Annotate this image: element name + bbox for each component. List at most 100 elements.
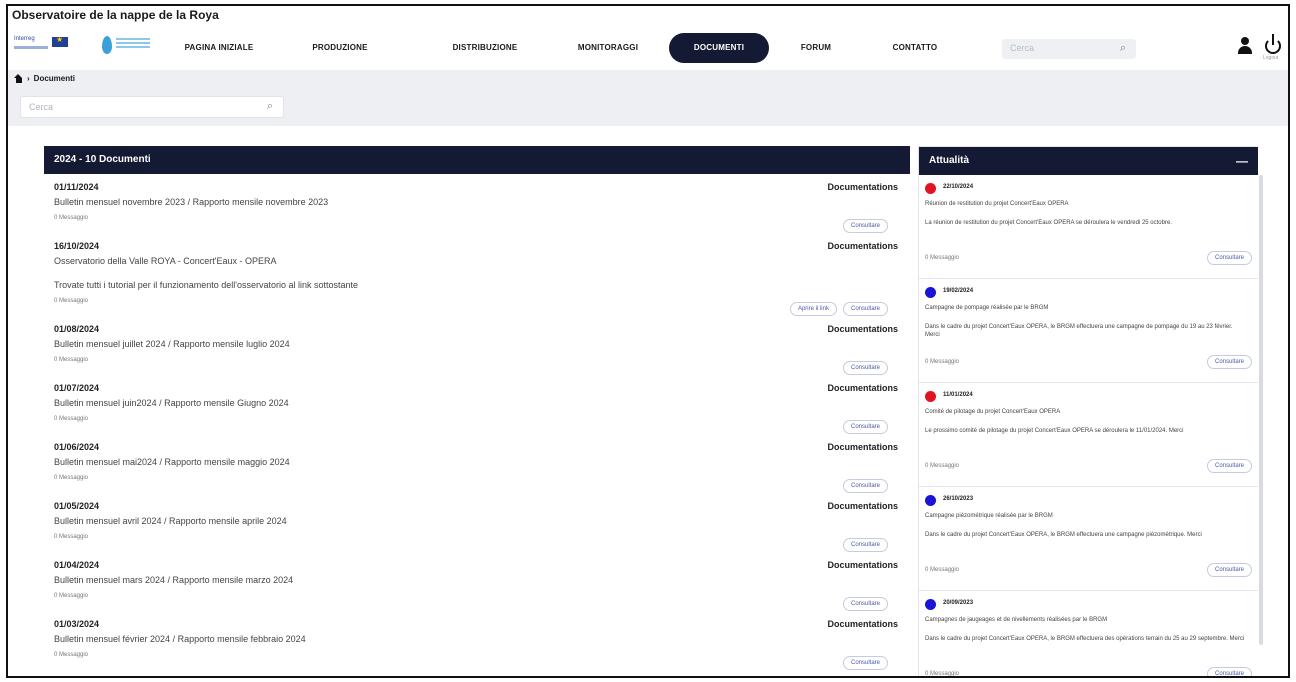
nav-distribuzione[interactable]: DISTRIBUZIONE [440,33,530,63]
nav-produzione[interactable]: PRODUZIONE [300,33,380,63]
consult-button[interactable]: Consultare [1206,459,1252,473]
search-icon[interactable]: ⌕ [267,100,273,113]
document-row: 01/06/2024 Documentations Bulletin mensuel… [44,434,910,493]
news-message-count: 0 Messaggio [925,255,960,261]
document-row: 01/05/2024 Documentations Bulletin mensuel… [44,493,910,552]
document-date: 01/11/2024 [54,182,99,192]
nav-monitoraggi[interactable]: MONITORAGGI [566,33,650,63]
top-header: Interreg PAGINA INIZIALE PRODUZIONE DIST… [8,24,1288,70]
document-row: 01/08/2024 Documentations Bulletin mensuel… [44,316,910,375]
news-item: 11/01/2024 Comité de pilotage du projet C… [919,383,1258,487]
consult-button[interactable]: Consultare [842,420,888,434]
document-description: Trovate tutti i tutorial per il funziona… [54,280,359,290]
news-description: Dans le cadre du projet Concert'Eaux OPE… [925,532,1202,538]
document-row: 01/03/2024 Documentations Bulletin mensuel… [44,611,910,670]
document-actions: Consultare [54,538,900,552]
document-category: Documentations [827,442,898,452]
consult-button[interactable]: Consultare [842,479,888,493]
news-item: 20/09/2023 Campagnes de jaugeages et de n… [919,591,1258,677]
breadcrumb-separator: › [27,74,30,83]
logout-label: Logout [1263,55,1279,61]
document-title[interactable]: Bulletin mensuel juillet 2024 / Rapporto… [54,339,900,349]
news-message-count: 0 Messaggio [925,359,960,365]
news-date: 11/01/2024 [943,392,973,398]
document-title[interactable]: Bulletin mensuel novembre 2023 / Rapport… [54,197,900,207]
consult-button[interactable]: Consultare [842,597,888,611]
top-search-input[interactable]: Cerca ⌕ [1002,39,1136,59]
document-actions: Consultare [54,361,900,375]
document-category: Documentations [827,383,898,393]
news-message-count: 0 Messaggio [925,463,960,469]
news-title[interactable]: Campagne piézométrique réalisée par le B… [925,513,1053,519]
news-scrollbar[interactable] [1259,175,1263,645]
documents-search-input[interactable]: Cerca ⌕ [20,96,284,118]
news-date: 22/10/2024 [943,184,974,190]
document-date: 01/06/2024 [54,442,100,452]
status-dot-icon [925,599,936,610]
news-header: Attualità — [919,147,1258,175]
home-icon[interactable] [14,74,23,83]
news-description: Dans le cadre du projet Concert'Eaux OPE… [925,324,1233,338]
consult-button[interactable]: Consultare [842,219,888,233]
document-title[interactable]: Bulletin mensuel mai2024 / Rapporto mens… [54,457,900,467]
collapse-button[interactable]: — [1236,147,1248,175]
document-row: 01/07/2024 Documentations Bulletin mensuel… [44,375,910,434]
consult-button[interactable]: Consultare [1206,251,1252,265]
consult-button[interactable]: Consultare [842,361,888,375]
document-date: 16/10/2024 [54,241,100,251]
document-title[interactable]: Bulletin mensuel février 2024 / Rapporto… [54,634,900,644]
consult-button[interactable]: Consultare [842,538,888,552]
breadcrumb-current[interactable]: Documenti [34,74,75,83]
news-title[interactable]: Campagnes de jaugeages et de nivellement… [925,617,1107,623]
news-message-count: 0 Messaggio [925,567,960,573]
news-description: La réunion de restitution du projet Conc… [925,220,1172,226]
nav-pagina-iniziale[interactable]: PAGINA INIZIALE [174,33,264,63]
breadcrumb: › Documenti [14,74,75,83]
consult-button[interactable]: Consultare [842,656,888,670]
document-actions: Aprire il link Consultare [54,302,900,316]
document-row: 01/04/2024 Documentations Bulletin mensuel… [44,552,910,611]
water-drop-icon [102,36,112,54]
document-date: 01/03/2024 [54,619,100,629]
document-actions: Consultare [54,597,900,611]
status-dot-icon [925,495,936,506]
nav-documenti[interactable]: DOCUMENTI [669,33,769,63]
nav-contatto[interactable]: CONTATTO [880,33,950,63]
document-title[interactable]: Osservatorio della Valle ROYA - Concert'… [54,256,900,266]
user-icon[interactable] [1236,36,1254,56]
document-category: Documentations [827,501,898,511]
consult-button[interactable]: Consultare [1206,563,1252,577]
interreg-logo: Interreg [14,35,84,54]
document-title[interactable]: Bulletin mensuel mars 2024 / Rapporto me… [54,575,900,585]
consult-button[interactable]: Consultare [842,302,888,316]
news-item: 19/02/2024 Campagne de pompage réalisée p… [919,279,1258,383]
consult-button[interactable]: Consultare [1206,667,1252,676]
document-date: 01/08/2024 [54,324,100,334]
status-dot-icon [925,287,936,298]
document-actions: Consultare [54,656,900,670]
document-date: 01/04/2024 [54,560,100,570]
power-icon[interactable]: Logout [1263,34,1285,61]
news-title[interactable]: Campagne de pompage réalisée par le BRGM [925,305,1048,311]
documents-header: 2024 - 10 Documenti [44,146,910,174]
news-message-count: 0 Messaggio [925,671,960,677]
search-icon[interactable]: ⌕ [1120,42,1126,55]
news-list: 22/10/2024 Réunion de restitution du proj… [919,175,1258,677]
sub-bar: › Documenti Cerca ⌕ [8,70,1288,126]
partner-logos[interactable]: Interreg [14,32,154,60]
open-link-button[interactable]: Aprire il link [789,302,837,316]
document-category: Documentations [827,182,898,192]
consult-button[interactable]: Consultare [1206,355,1252,369]
document-title[interactable]: Bulletin mensuel juin2024 / Rapporto men… [54,398,900,408]
nav-forum[interactable]: FORUM [788,33,844,63]
news-date: 19/02/2024 [943,288,974,294]
document-actions: Consultare [54,479,900,493]
news-title[interactable]: Comité de pilotage du projet Concert'Eau… [925,409,1060,415]
documents-panel: 2024 - 10 Documenti 01/11/2024 Documentat… [44,146,910,676]
project-logo [102,32,152,58]
status-dot-icon [925,183,936,194]
news-title[interactable]: Réunion de restitution du projet Concert… [925,201,1069,207]
document-title[interactable]: Bulletin mensuel avril 2024 / Rapporto m… [54,516,900,526]
news-date: 26/10/2023 [943,496,974,502]
news-item: 26/10/2023 Campagne piézométrique réalisé… [919,487,1258,591]
